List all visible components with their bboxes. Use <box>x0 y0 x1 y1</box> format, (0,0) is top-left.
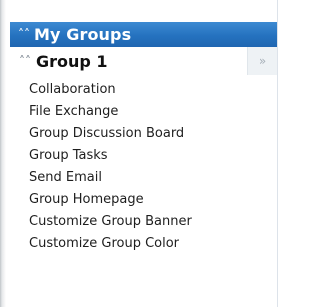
double-chevron-up-icon[interactable]: ˄˄ <box>18 28 30 40</box>
link-customize-group-banner[interactable]: Customize Group Banner <box>29 211 277 233</box>
my-groups-panel: ˄˄ My Groups ˄˄ Group 1 » Collaboration … <box>10 0 278 307</box>
link-customize-group-color[interactable]: Customize Group Color <box>29 233 277 255</box>
screen: ˄˄ My Groups ˄˄ Group 1 » Collaboration … <box>0 0 278 307</box>
top-spacer <box>10 0 277 22</box>
my-groups-title: My Groups <box>34 25 132 44</box>
link-collaboration[interactable]: Collaboration <box>29 79 277 101</box>
group-1-row[interactable]: ˄˄ Group 1 » <box>10 47 277 75</box>
link-group-tasks[interactable]: Group Tasks <box>29 145 277 167</box>
left-border <box>0 0 6 307</box>
double-chevron-right-icon[interactable]: » <box>247 47 277 75</box>
group-1-title: Group 1 <box>36 51 108 71</box>
link-group-discussion-board[interactable]: Group Discussion Board <box>29 123 277 145</box>
link-group-homepage[interactable]: Group Homepage <box>29 189 277 211</box>
my-groups-header[interactable]: ˄˄ My Groups <box>10 22 277 47</box>
group-tools-list: Collaboration File Exchange Group Discus… <box>10 75 277 255</box>
link-file-exchange[interactable]: File Exchange <box>29 101 277 123</box>
link-send-email[interactable]: Send Email <box>29 167 277 189</box>
double-chevron-up-icon[interactable]: ˄˄ <box>19 54 31 68</box>
